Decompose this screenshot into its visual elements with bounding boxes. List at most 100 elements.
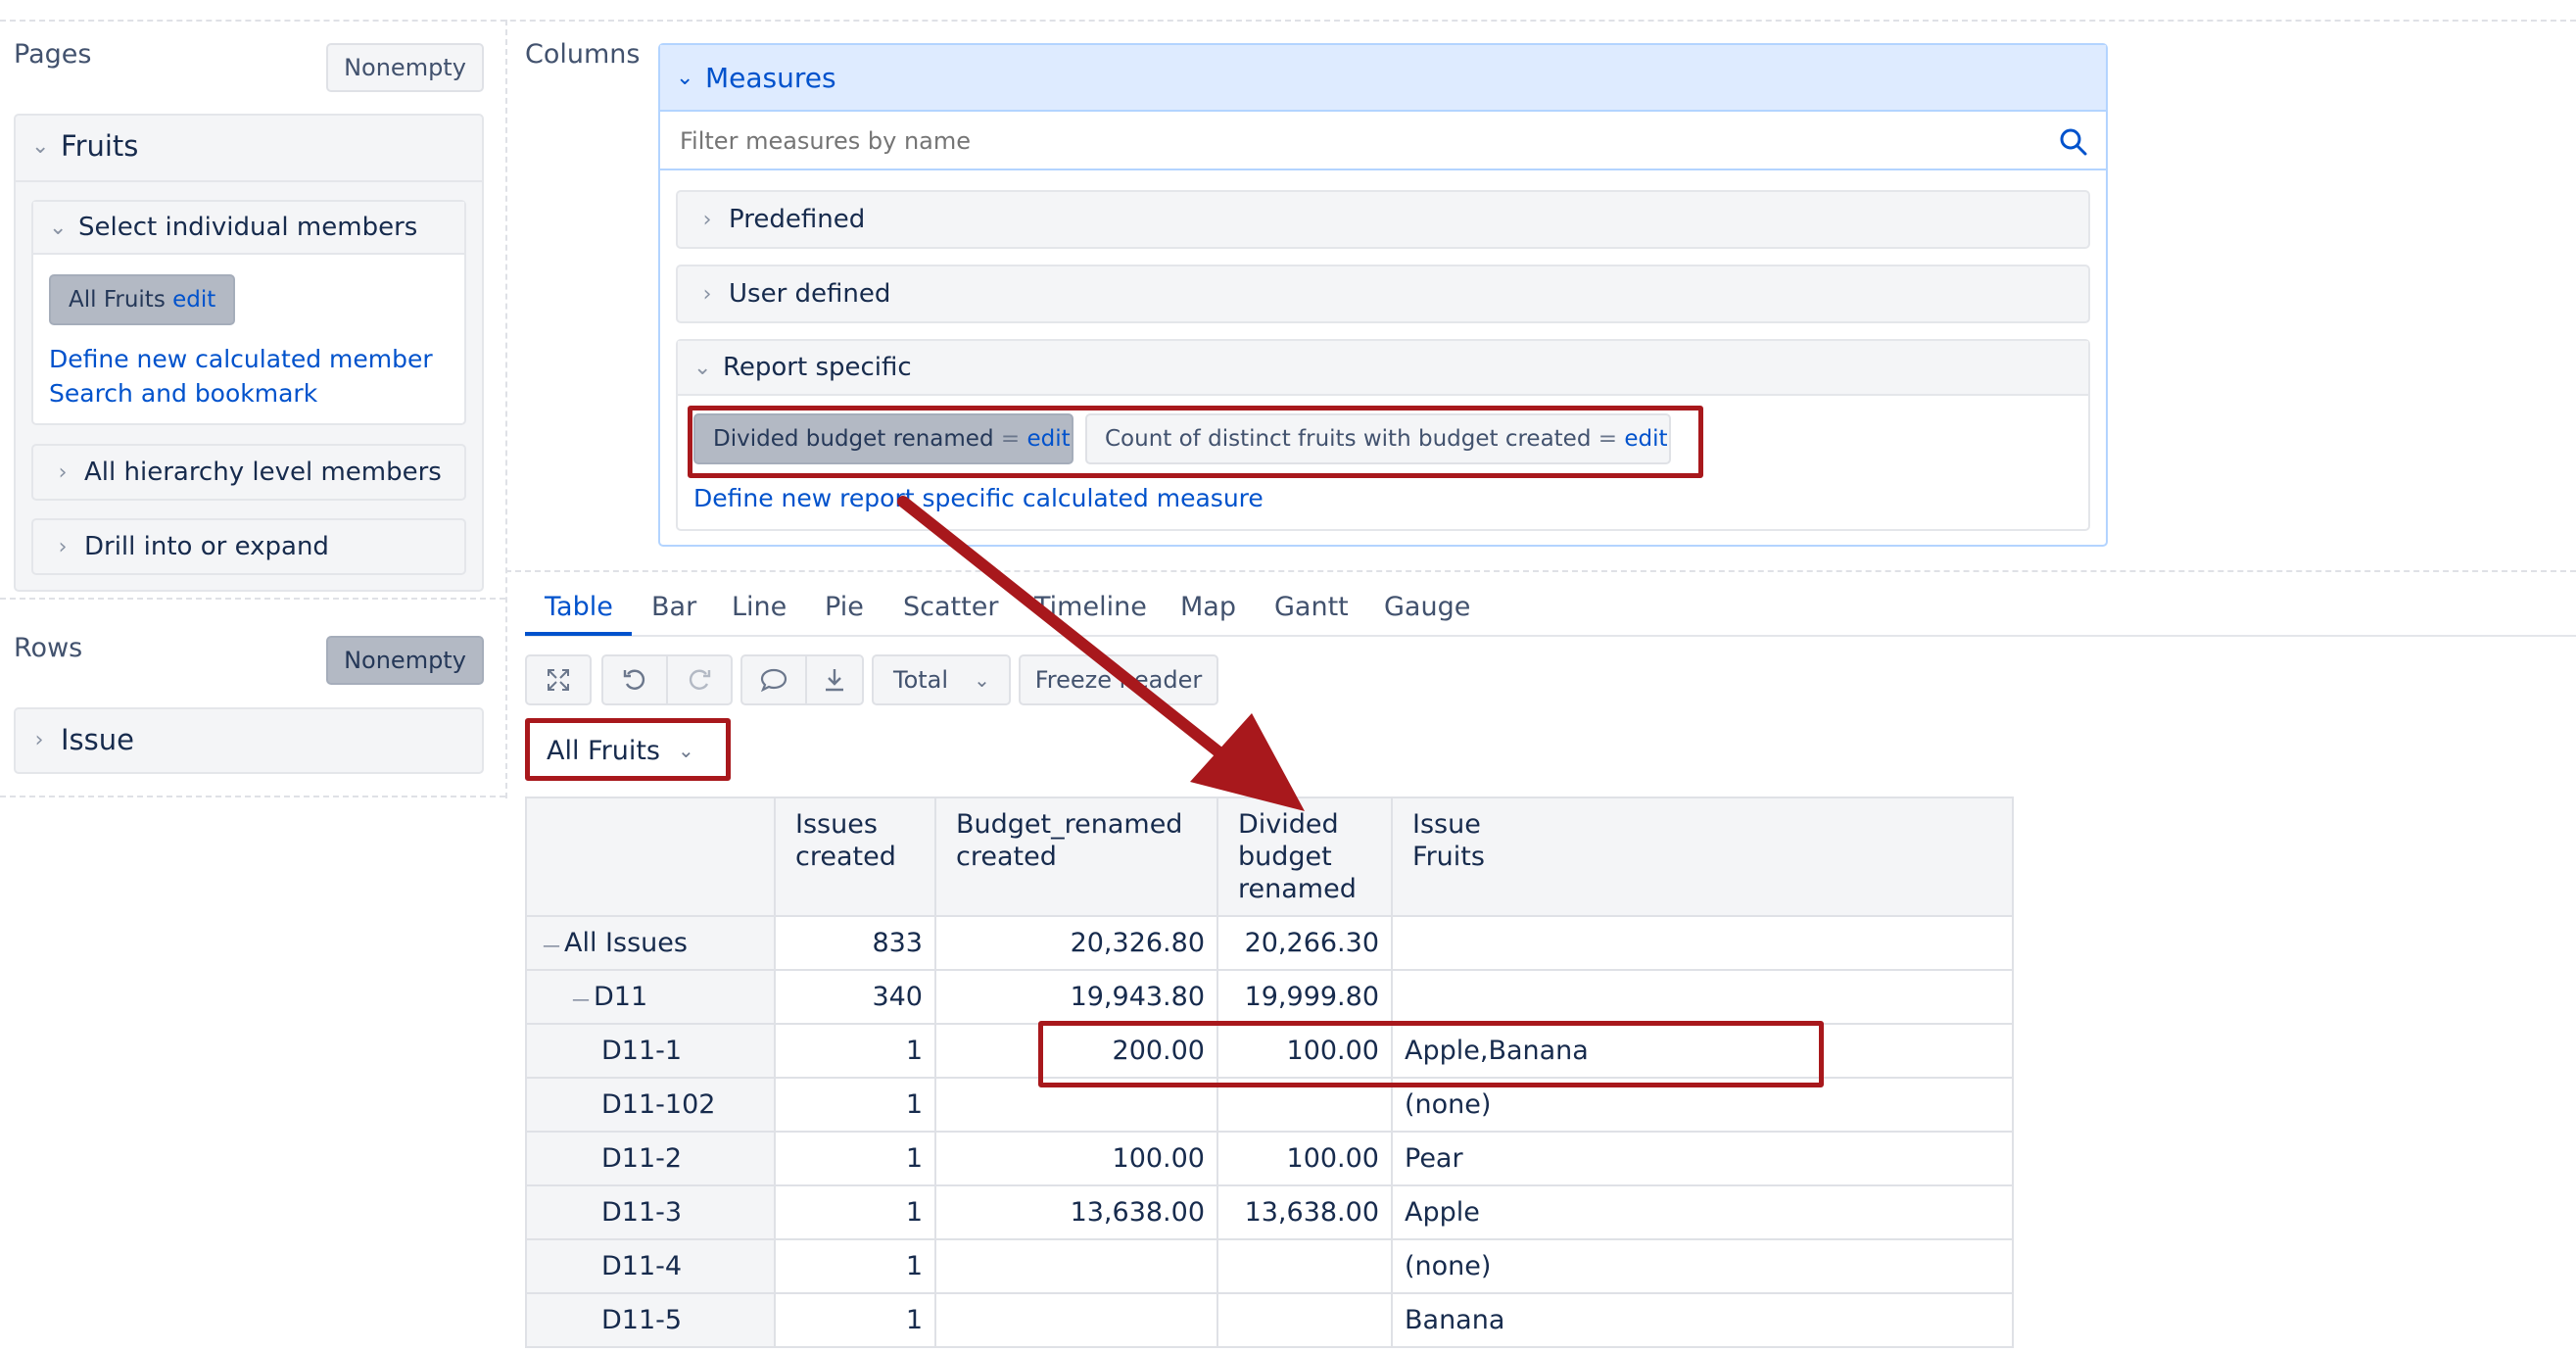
fruits-dimension-header[interactable]: ⌄ Fruits: [31, 129, 138, 163]
annotation-arrow: [897, 496, 1305, 811]
pages-label: Pages: [14, 39, 92, 70]
cell-fruits: Apple: [1391, 1184, 2014, 1240]
drill-into-section[interactable]: › Drill into or expand: [31, 518, 466, 575]
tab-pie[interactable]: Pie: [825, 592, 864, 622]
tab-line[interactable]: Line: [732, 592, 787, 622]
predefined-section[interactable]: › Predefined: [676, 190, 2090, 249]
row-label: All Issues: [564, 928, 688, 958]
hierarchy-level-members-title: All hierarchy level members: [84, 458, 442, 487]
row-header-cell[interactable]: — D11: [525, 969, 776, 1025]
search-bookmark-link[interactable]: Search and bookmark: [49, 379, 317, 408]
page-selector-highlight-box: [525, 718, 731, 781]
select-members-title: Select individual members: [78, 213, 418, 242]
all-fruits-member-tag[interactable]: All Fruits edit: [49, 274, 236, 325]
cell-fruits: [1391, 915, 2014, 971]
chevron-down-icon: ⌄: [49, 215, 68, 240]
chevron-right-icon: ›: [702, 207, 712, 232]
table-row: D11-4 1 (none): [525, 1238, 2014, 1294]
comment-button[interactable]: [740, 654, 807, 705]
fruits-dimension-divider: [16, 180, 482, 182]
cell-divided: [1216, 1292, 1393, 1348]
chevron-down-icon: ⌄: [31, 133, 50, 159]
cell-issues: 340: [774, 969, 936, 1025]
user-defined-section[interactable]: › User defined: [676, 265, 2090, 323]
redo-button[interactable]: [666, 654, 733, 705]
chevron-right-icon: ›: [58, 534, 68, 559]
redo-icon: [689, 669, 711, 690]
top-divider: [0, 20, 2576, 22]
row-label: D11-4: [601, 1251, 683, 1281]
table-row: D11-3 1 13,638.00 13,638.00 Apple: [525, 1184, 2014, 1240]
cell-issues: 1: [774, 1292, 936, 1348]
tab-table[interactable]: Table: [545, 592, 613, 622]
undo-button[interactable]: [601, 654, 668, 705]
rows-nonempty-button[interactable]: Nonempty: [326, 636, 484, 685]
row-header-cell[interactable]: D11-3: [525, 1184, 776, 1240]
cell-divided: 20,266.30: [1216, 915, 1393, 971]
cell-issues: 1: [774, 1023, 936, 1079]
member-edit-link[interactable]: edit: [172, 287, 215, 313]
row-label: D11-1: [601, 1036, 683, 1066]
table-row: D11-5 1 Banana: [525, 1292, 2014, 1348]
cell-budget: 19,943.80: [934, 969, 1218, 1025]
rows-label: Rows: [14, 633, 83, 663]
cell-divided: [1216, 1238, 1393, 1294]
row-label: D11-3: [601, 1197, 683, 1228]
row-label: D11-2: [601, 1143, 683, 1174]
define-calculated-member-link[interactable]: Define new calculated member: [49, 345, 433, 373]
measures-title: Measures: [705, 61, 836, 94]
row-header-cell[interactable]: D11-1: [525, 1023, 776, 1079]
report-specific-header[interactable]: ⌄ Report specific: [678, 341, 2088, 396]
row-header-cell[interactable]: D11-2: [525, 1131, 776, 1186]
cell-budget: [934, 1292, 1218, 1348]
pages-nonempty-button[interactable]: Nonempty: [326, 43, 484, 92]
chevron-right-icon: ›: [58, 459, 68, 485]
row-header-cell[interactable]: D11-5: [525, 1292, 776, 1348]
cell-issues: 833: [774, 915, 936, 971]
left-bottom-divider: [0, 796, 505, 797]
chevron-right-icon: ›: [702, 281, 712, 307]
hierarchy-level-members-section[interactable]: › All hierarchy level members: [31, 444, 466, 501]
cell-budget: 13,638.00: [934, 1184, 1218, 1240]
cell-fruits: [1391, 969, 2014, 1025]
tab-gauge[interactable]: Gauge: [1384, 592, 1470, 622]
fruits-dimension-title: Fruits: [61, 129, 139, 163]
cell-budget: 20,326.80: [934, 915, 1218, 971]
cell-divided: 19,999.80: [1216, 969, 1393, 1025]
cell-fruits: Banana: [1391, 1292, 2014, 1348]
download-icon: [826, 669, 843, 692]
issue-dimension-header[interactable]: › Issue: [31, 723, 134, 756]
active-tab-underline: [525, 632, 632, 636]
row-highlight-box: [1038, 1021, 1824, 1087]
member-tag-label: All Fruits: [69, 287, 166, 313]
select-members-header[interactable]: ⌄ Select individual members: [33, 202, 464, 255]
row-header-cell[interactable]: — All Issues: [525, 915, 776, 971]
search-icon[interactable]: [2059, 127, 2088, 157]
collapse-icon[interactable]: —: [572, 990, 590, 1010]
chevron-down-icon: ⌄: [676, 65, 694, 90]
cell-divided: 100.00: [1216, 1131, 1393, 1186]
fullscreen-button[interactable]: [525, 654, 592, 705]
corner-header-cell: [525, 797, 776, 917]
row-label: D11-5: [601, 1305, 683, 1335]
cell-issues: 1: [774, 1184, 936, 1240]
pages-divider: [505, 20, 507, 798]
row-header-cell[interactable]: D11-102: [525, 1077, 776, 1133]
drill-into-title: Drill into or expand: [84, 532, 329, 561]
measures-filter-input[interactable]: [660, 114, 2106, 170]
issue-dimension-title: Issue: [61, 723, 134, 756]
user-defined-title: User defined: [729, 279, 891, 309]
report-specific-title: Report specific: [723, 353, 912, 382]
cell-fruits: (none): [1391, 1238, 2014, 1294]
column-header-issue-fruits[interactable]: Issue Fruits: [1391, 797, 2014, 917]
tab-bar[interactable]: Bar: [651, 592, 696, 622]
pages-rows-divider: [0, 598, 505, 600]
undo-icon: [623, 669, 645, 690]
predefined-title: Predefined: [729, 205, 866, 234]
measures-header[interactable]: ⌄ Measures: [660, 45, 2106, 112]
cell-issues: 1: [774, 1131, 936, 1186]
collapse-icon[interactable]: —: [543, 936, 560, 956]
export-button[interactable]: [805, 654, 864, 705]
columns-divider: [505, 570, 2576, 572]
row-header-cell[interactable]: D11-4: [525, 1238, 776, 1294]
